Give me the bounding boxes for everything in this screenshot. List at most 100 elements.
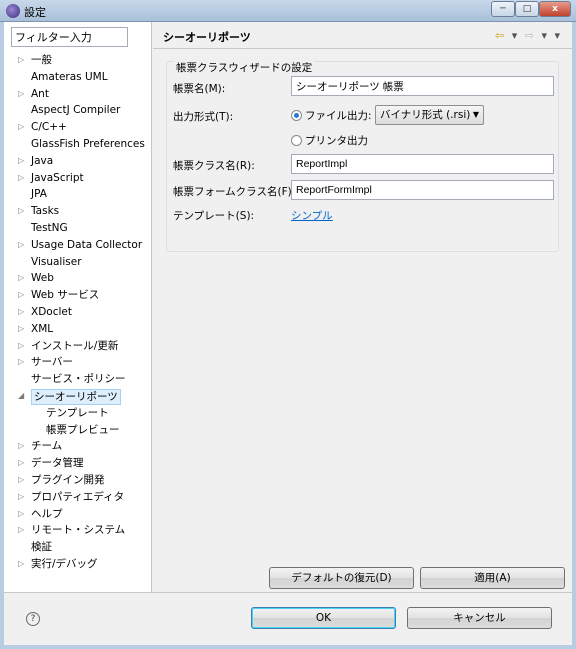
tree-item[interactable]: ▷ Usage Data Collector bbox=[4, 237, 152, 254]
tree-item[interactable]: ▷ プロパティエディタ bbox=[4, 489, 152, 506]
tree-item-label: XML bbox=[31, 322, 54, 335]
forward-menu-chevron-icon[interactable]: ▾ bbox=[541, 29, 547, 42]
tree-item[interactable]: ▷ Web サービス bbox=[4, 287, 152, 304]
collapsed-arrow-icon[interactable]: ▷ bbox=[18, 203, 28, 220]
report-name-field[interactable] bbox=[291, 76, 554, 96]
expanded-arrow-icon[interactable]: ◢ bbox=[18, 388, 28, 405]
ok-button[interactable]: OK bbox=[251, 607, 396, 629]
tree-item[interactable]: GlassFish Preferences bbox=[4, 136, 152, 153]
tree-item[interactable]: ▷ Tasks bbox=[4, 203, 152, 220]
output-format-label: 出力形式(T): bbox=[173, 111, 234, 123]
tree-item[interactable]: ▷ サーバー bbox=[4, 354, 152, 371]
tree-item[interactable]: Visualiser bbox=[4, 254, 152, 271]
tree-item[interactable]: ▷ Ant bbox=[4, 86, 152, 103]
tree-item[interactable]: ▷ C/C++ bbox=[4, 119, 152, 136]
tree-item-label: Tasks bbox=[31, 205, 60, 218]
tree-item[interactable]: ▷ XML bbox=[4, 321, 152, 338]
template-link[interactable]: シンプル bbox=[291, 208, 333, 223]
tree-item[interactable]: JPA bbox=[4, 186, 152, 203]
form-class-label: 帳票フォームクラス名(F): bbox=[173, 186, 296, 198]
tree-item[interactable]: ▷ 実行/デバッグ bbox=[4, 556, 152, 573]
preference-page: シーオーリポーツ ⇦ ▾ ⇨ ▾ ▾ 帳票クラスウィザードの設定 帳票名(M):… bbox=[153, 22, 572, 592]
collapsed-arrow-icon[interactable]: ▷ bbox=[18, 506, 28, 523]
collapsed-arrow-icon[interactable]: ▷ bbox=[18, 287, 28, 304]
tree-item[interactable]: ▷ プラグイン開発 bbox=[4, 472, 152, 489]
tree-item-label: XDoclet bbox=[31, 305, 72, 318]
back-arrow-icon[interactable]: ⇦ bbox=[495, 29, 504, 42]
tree-item[interactable]: テンプレート bbox=[4, 405, 152, 422]
collapsed-arrow-icon[interactable]: ▷ bbox=[18, 472, 28, 489]
file-output-radio[interactable]: ファイル出力: bbox=[291, 108, 372, 123]
apply-button[interactable]: 適用(A) bbox=[420, 567, 565, 589]
tree-item-label: JPA bbox=[31, 188, 47, 201]
collapsed-arrow-icon[interactable]: ▷ bbox=[18, 455, 28, 472]
maximize-button[interactable]: □ bbox=[515, 1, 539, 17]
close-button[interactable]: x bbox=[539, 1, 571, 17]
eclipse-icon bbox=[6, 4, 20, 18]
tree-item-label: 一般 bbox=[31, 54, 52, 66]
tree-item-label: 帳票プレビュー bbox=[46, 423, 120, 436]
collapsed-arrow-icon[interactable]: ▷ bbox=[18, 170, 28, 187]
collapsed-arrow-icon[interactable]: ▷ bbox=[18, 522, 28, 539]
tree-item[interactable]: ▷ チーム bbox=[4, 438, 152, 455]
view-menu-chevron-icon[interactable]: ▾ bbox=[554, 29, 560, 42]
form-class-field[interactable] bbox=[291, 180, 554, 200]
tree-item[interactable]: ▷ XDoclet bbox=[4, 304, 152, 321]
restore-defaults-button[interactable]: デフォルトの復元(D) bbox=[269, 567, 414, 589]
collapsed-arrow-icon[interactable]: ▷ bbox=[18, 354, 28, 371]
forward-arrow-icon[interactable]: ⇨ bbox=[525, 29, 534, 42]
tree-item-label: サービス・ポリシー bbox=[31, 373, 126, 386]
tree-item[interactable]: AspectJ Compiler bbox=[4, 102, 152, 119]
collapsed-arrow-icon[interactable]: ▷ bbox=[18, 270, 28, 287]
tree-item[interactable]: ▷ データ管理 bbox=[4, 455, 152, 472]
preferences-tree-panel: ▷一般Amateras UML▷AntAspectJ Compiler▷C/C+… bbox=[4, 22, 152, 592]
collapsed-arrow-icon[interactable]: ▷ bbox=[18, 153, 28, 170]
format-select[interactable]: バイナリ形式 (.rsi) ▼ bbox=[375, 105, 484, 125]
tree-item[interactable]: TestNG bbox=[4, 220, 152, 237]
tree-item[interactable]: 検証 bbox=[4, 539, 152, 556]
tree-item-label: Usage Data Collector bbox=[31, 238, 143, 251]
collapsed-arrow-icon[interactable]: ▷ bbox=[18, 86, 28, 103]
help-icon[interactable]: ? bbox=[26, 612, 40, 626]
tree-item-label: サーバー bbox=[31, 356, 73, 369]
tree-item[interactable]: ▷ ヘルプ bbox=[4, 506, 152, 523]
tree-item[interactable]: ◢ シーオーリポーツ bbox=[4, 388, 152, 405]
minimize-button[interactable]: ─ bbox=[491, 1, 515, 17]
collapsed-arrow-icon[interactable]: ▷ bbox=[18, 237, 28, 254]
collapsed-arrow-icon[interactable]: ▷ bbox=[18, 52, 28, 69]
tree-item-label: GlassFish Preferences bbox=[31, 137, 145, 150]
collapsed-arrow-icon[interactable]: ▷ bbox=[18, 119, 28, 136]
file-output-label: ファイル出力: bbox=[305, 110, 372, 122]
collapsed-arrow-icon[interactable]: ▷ bbox=[18, 556, 28, 573]
tree-item[interactable]: ▷ リモート・システム bbox=[4, 522, 152, 539]
tree-item-label: Ant bbox=[31, 87, 49, 100]
collapsed-arrow-icon[interactable]: ▷ bbox=[18, 321, 28, 338]
tree-item-label: TestNG bbox=[31, 221, 68, 234]
tree-item-label: Visualiser bbox=[31, 255, 82, 268]
tree-item-label: AspectJ Compiler bbox=[31, 104, 121, 117]
collapsed-arrow-icon[interactable]: ▷ bbox=[18, 438, 28, 455]
back-menu-chevron-icon[interactable]: ▾ bbox=[512, 29, 518, 42]
class-name-field[interactable] bbox=[291, 154, 554, 174]
collapsed-arrow-icon[interactable]: ▷ bbox=[18, 304, 28, 321]
page-title: シーオーリポーツ bbox=[163, 31, 251, 44]
tree-item[interactable]: ▷ JavaScript bbox=[4, 170, 152, 187]
printer-output-radio[interactable]: プリンタ出力 bbox=[291, 133, 368, 148]
collapsed-arrow-icon[interactable]: ▷ bbox=[18, 338, 28, 355]
tree-item[interactable]: ▷ Java bbox=[4, 153, 152, 170]
preferences-tree: ▷ 一般 Amateras UML ▷ Ant AspectJ Compiler ▷ C/C+… bbox=[4, 52, 152, 573]
tree-item[interactable]: サービス・ポリシー bbox=[4, 371, 152, 388]
tree-item[interactable]: ▷ 一般 bbox=[4, 52, 152, 69]
filter-input[interactable] bbox=[11, 27, 128, 47]
tree-item-label: テンプレート bbox=[46, 406, 109, 419]
tree-item[interactable]: Amateras UML bbox=[4, 69, 152, 86]
format-select-value: バイナリ形式 (.rsi) bbox=[380, 109, 471, 121]
printer-output-label: プリンタ出力 bbox=[305, 135, 368, 147]
cancel-button[interactable]: キャンセル bbox=[407, 607, 552, 629]
collapsed-arrow-icon[interactable]: ▷ bbox=[18, 489, 28, 506]
tree-item[interactable]: ▷ Web bbox=[4, 270, 152, 287]
group-title: 帳票クラスウィザードの設定 bbox=[174, 60, 315, 75]
tree-item[interactable]: ▷ インストール/更新 bbox=[4, 338, 152, 355]
tree-item[interactable]: 帳票プレビュー bbox=[4, 422, 152, 439]
tree-item-label: データ管理 bbox=[31, 457, 84, 470]
